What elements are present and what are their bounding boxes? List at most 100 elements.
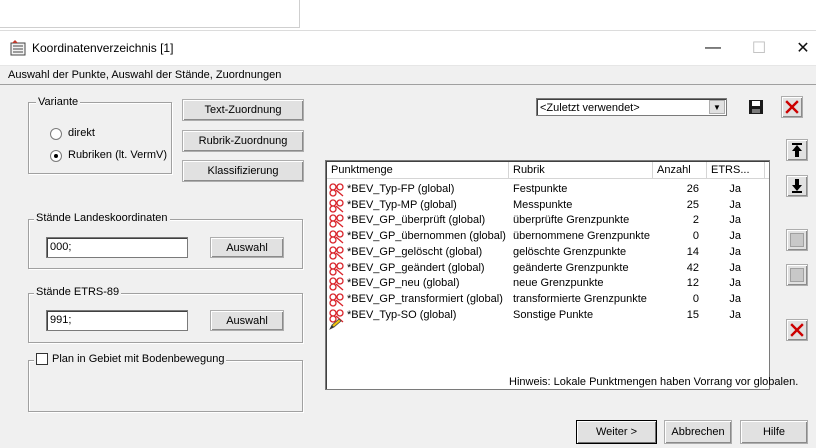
delete-x-icon [790, 323, 804, 337]
plan-group [28, 360, 303, 412]
point-set-icon [329, 230, 344, 244]
point-set-icon [329, 293, 344, 307]
column-header-anzahl[interactable]: Anzahl [653, 162, 707, 179]
cell-etrs: Ja [729, 198, 741, 211]
cell-anzahl: 0 [692, 292, 699, 305]
maximize-button: ☐ [751, 40, 767, 57]
cell-etrs: Ja [729, 277, 741, 290]
staende-etrs-auswahl-button[interactable]: Auswahl [210, 310, 284, 331]
table-row[interactable]: *BEV_GP_transformiert (global) transformi… [327, 292, 769, 307]
radio-rubriken[interactable] [50, 150, 62, 162]
preset-dropdown-value: <Zuletzt verwendet> [540, 102, 640, 114]
staende-landes-field[interactable]: 000; [46, 237, 188, 258]
weiter-button[interactable]: Weiter > [576, 420, 657, 444]
plan-group-header: Plan in Gebiet mit Bodenbewegung [34, 353, 227, 365]
cell-etrs: Ja [729, 230, 741, 243]
plan-checkbox[interactable] [36, 353, 48, 365]
point-set-icon [329, 246, 344, 260]
column-header-punktmenge[interactable]: Punktmenge [327, 162, 509, 179]
point-set-icon [329, 183, 344, 197]
variante-group [28, 102, 172, 174]
cell-rubrik: übernommene Grenzpunkte [513, 230, 650, 243]
variante-label: Variante [36, 96, 81, 108]
move-down-button[interactable] [786, 175, 808, 197]
rubrik-zuordnung-button[interactable]: Rubrik-Zuordnung [182, 130, 304, 152]
table-row[interactable]: *BEV_GP_geändert (global) geänderte Grenz… [327, 261, 769, 276]
arrow-up-icon [792, 143, 802, 157]
delete-preset-button[interactable] [781, 96, 803, 118]
cell-rubrik: transformierte Grenzpunkte [513, 292, 647, 305]
table-header: Punktmenge Rubrik Anzahl ETRS... [327, 162, 769, 179]
new-entry-row[interactable] [329, 318, 343, 333]
disabled-action-button-1 [786, 229, 808, 251]
cell-rubrik: Messpunkte [513, 198, 573, 211]
arrow-down-icon [792, 179, 802, 193]
cell-etrs: Ja [729, 292, 741, 305]
cell-punktmenge: *BEV_Typ-SO (global) [347, 308, 457, 321]
text-zuordnung-button[interactable]: Text-Zuordnung [182, 99, 304, 121]
staende-etrs-label: Stände ETRS-89 [34, 286, 122, 298]
cell-punktmenge: *BEV_GP_überprüft (global) [347, 214, 486, 227]
hilfe-button[interactable]: Hilfe [740, 420, 808, 444]
cell-punktmenge: *BEV_Typ-FP (global) [347, 183, 455, 195]
radio-selected-dot [54, 154, 58, 158]
minimize-button[interactable]: — [690, 31, 736, 65]
cell-anzahl: 0 [692, 230, 699, 243]
radio-rubriken-label: Rubriken (lt. VermV) [68, 149, 168, 161]
table-row[interactable]: *BEV_GP_überprüft (global) überprüfte Gre… [327, 214, 769, 229]
cell-etrs: Ja [729, 261, 741, 274]
save-preset-button[interactable] [746, 97, 766, 117]
point-set-icon [329, 277, 344, 291]
cell-rubrik: neue Grenzpunkte [513, 277, 604, 290]
cell-anzahl: 12 [686, 277, 699, 290]
hint-text: Hinweis: Lokale Punktmengen haben Vorran… [509, 376, 799, 388]
subtitle-text: Auswahl der Punkte, Auswahl der Stände, … [8, 69, 282, 81]
cell-anzahl: 42 [686, 261, 699, 274]
staende-etrs-field[interactable]: 991; [46, 310, 188, 331]
table-row[interactable]: *BEV_Typ-MP (global) Messpunkte 25 Ja [327, 198, 769, 213]
cell-punktmenge: *BEV_Typ-MP (global) [347, 198, 457, 211]
dialog-window: Koordinatenverzeichnis [1] — ☐ ✕ Auswahl… [0, 30, 816, 448]
table-row[interactable]: *BEV_GP_übernommen (global) übernommene G… [327, 230, 769, 244]
cell-punktmenge: *BEV_GP_neu (global) [347, 277, 460, 290]
window-title: Koordinatenverzeichnis [1] [32, 41, 174, 55]
radio-direkt[interactable] [50, 128, 62, 140]
cell-anzahl: 14 [686, 245, 699, 258]
cell-etrs: Ja [729, 245, 741, 258]
table-row[interactable]: *BEV_Typ-SO (global) Sonstige Punkte 15 Ja [327, 308, 769, 323]
staende-landes-auswahl-button[interactable]: Auswahl [210, 237, 284, 258]
cell-anzahl: 25 [686, 198, 699, 211]
point-set-icon [329, 261, 344, 276]
delete-x-icon [785, 100, 799, 114]
delete-row-button[interactable] [786, 319, 808, 341]
cell-rubrik: gelöschte Grenzpunkte [513, 245, 627, 258]
blank-icon [790, 233, 804, 247]
move-up-button[interactable] [786, 139, 808, 161]
background-window-strip [0, 0, 300, 28]
blank-icon [790, 268, 804, 282]
cell-rubrik: geänderte Grenzpunkte [513, 261, 629, 274]
cell-etrs: Ja [729, 183, 741, 195]
cell-rubrik: Festpunkte [513, 183, 568, 195]
close-button[interactable]: ✕ [780, 31, 816, 65]
cell-etrs: Ja [729, 214, 741, 227]
preset-dropdown[interactable]: <Zuletzt verwendet> ▼ [536, 98, 727, 116]
table-row[interactable]: *BEV_GP_neu (global) neue Grenzpunkte 12 Ja [327, 277, 769, 291]
cell-punktmenge: *BEV_GP_gelöscht (global) [347, 245, 483, 258]
column-header-etrs[interactable]: ETRS... [707, 162, 765, 179]
cell-anzahl: 26 [686, 183, 699, 195]
disabled-action-button-2 [786, 264, 808, 286]
punktmengen-table[interactable]: Punktmenge Rubrik Anzahl ETRS... *BEV_Ty… [325, 160, 770, 390]
pencil-icon [329, 318, 342, 330]
table-row[interactable]: *BEV_GP_gelöscht (global) gelöschte Grenz… [327, 245, 769, 260]
title-bar: Koordinatenverzeichnis [1] — ☐ ✕ [0, 31, 816, 65]
point-set-icon [329, 214, 344, 229]
abbrechen-button[interactable]: Abbrechen [664, 420, 732, 444]
cell-punktmenge: *BEV_GP_geändert (global) [347, 261, 485, 274]
column-header-rubrik[interactable]: Rubrik [509, 162, 653, 179]
cell-anzahl: 15 [686, 308, 699, 321]
klassifizierung-button[interactable]: Klassifizierung [182, 160, 304, 182]
cell-rubrik: überprüfte Grenzpunkte [513, 214, 630, 227]
table-row[interactable]: *BEV_Typ-FP (global) Festpunkte 26 Ja [327, 183, 769, 197]
chevron-down-icon[interactable]: ▼ [709, 100, 725, 114]
